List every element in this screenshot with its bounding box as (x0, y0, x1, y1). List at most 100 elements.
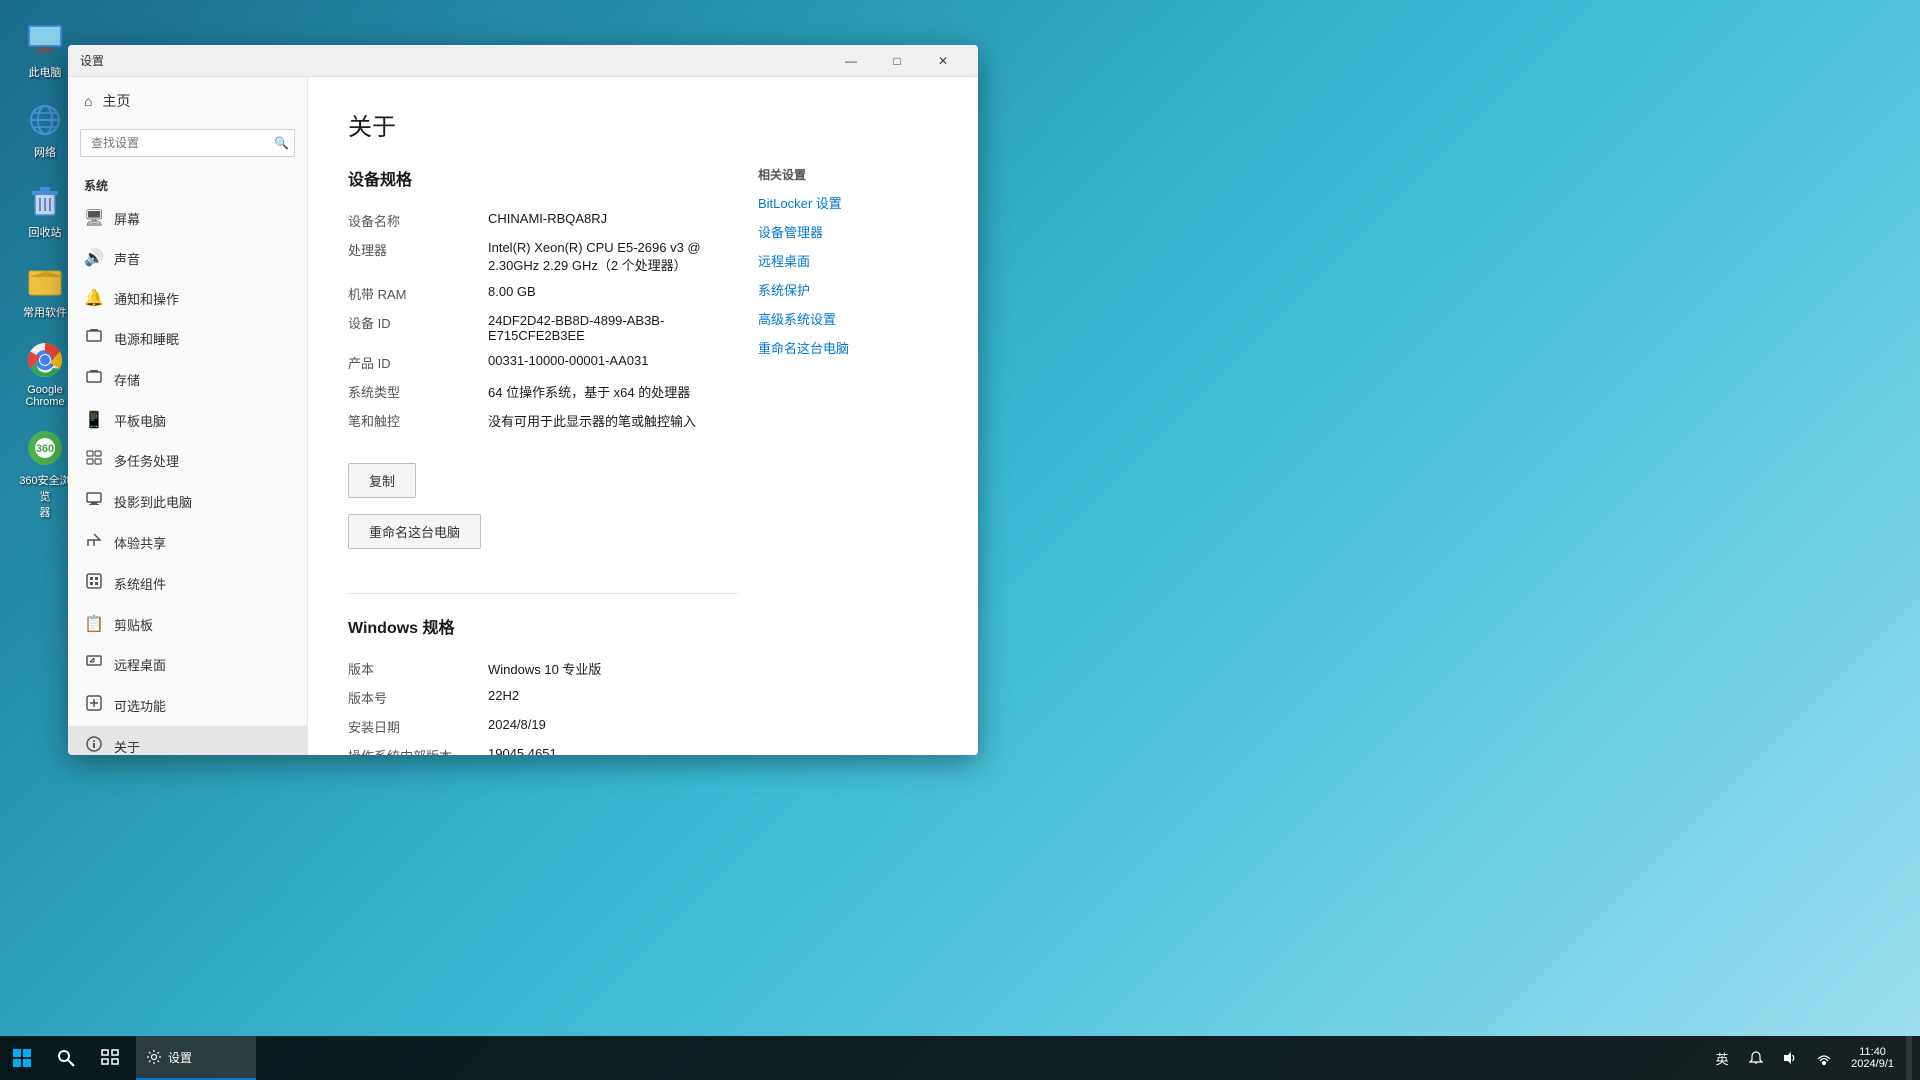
sidebar-home[interactable]: ⌂ 主页 (68, 77, 307, 125)
install-date-label: 安装日期 (348, 717, 488, 736)
360-browser-icon: 360 (25, 428, 65, 468)
version-row: 版本号 22H2 (348, 683, 738, 712)
desktop: 此电脑 网络 (0, 0, 1920, 1080)
device-section-title: 设备规格 (348, 166, 738, 190)
sidebar-item-tablet[interactable]: 📱 平板电脑 (68, 400, 307, 440)
window-titlebar: 设置 — □ ✕ (68, 45, 978, 77)
sidebar-item-multitask[interactable]: 多任务处理 (68, 440, 307, 481)
copy-device-button[interactable]: 复制 (348, 463, 416, 498)
system-type-label: 系统类型 (348, 382, 488, 401)
project-label: 投影到此电脑 (114, 492, 192, 511)
sidebar-item-components[interactable]: 系统组件 (68, 563, 307, 604)
storage-label: 存储 (114, 370, 140, 389)
device-manager-link[interactable]: 设备管理器 (758, 222, 938, 241)
start-button[interactable] (0, 1036, 44, 1080)
clipboard-label: 剪贴板 (114, 615, 153, 634)
device-name-value: CHINAMI-RBQA8RJ (488, 211, 738, 230)
storage-icon (84, 369, 104, 390)
device-id-label: 设备 ID (348, 313, 488, 343)
device-name-label: 设备名称 (348, 211, 488, 230)
tablet-icon: 📱 (84, 410, 104, 430)
sound-icon: 🔊 (84, 248, 104, 268)
os-build-label: 操作系统内部版本 (348, 746, 488, 755)
sidebar-item-share[interactable]: 体验共享 (68, 522, 307, 563)
svg-text:360: 360 (36, 443, 54, 455)
share-label: 体验共享 (114, 533, 166, 552)
tray-network-icon[interactable] (1809, 1036, 1839, 1080)
tray-keyboard-icon[interactable]: 英 (1707, 1036, 1737, 1080)
version-value: 22H2 (488, 688, 738, 707)
common-software-label: 常用软件 (23, 304, 67, 320)
tray-notification-icon[interactable] (1741, 1036, 1771, 1080)
ram-label: 机带 RAM (348, 284, 488, 303)
taskbar-clock[interactable]: 11:40 2024/9/1 (1843, 1036, 1902, 1080)
multitask-label: 多任务处理 (114, 451, 179, 470)
sidebar-item-project[interactable]: 投影到此电脑 (68, 481, 307, 522)
clipboard-icon: 📋 (84, 614, 104, 634)
sidebar-search-input[interactable] (80, 129, 295, 157)
divider (348, 593, 738, 594)
components-icon (84, 573, 104, 594)
product-id-value: 00331-10000-00001-AA031 (488, 353, 738, 372)
bitlocker-link[interactable]: BitLocker 设置 (758, 193, 938, 212)
settings-window: 设置 — □ ✕ ⌂ 主页 🔍 系统 🖥 (68, 45, 978, 755)
display-icon: 🖥 (84, 208, 104, 228)
show-desktop-button[interactable] (1906, 1036, 1912, 1080)
install-date-value: 2024/8/19 (488, 717, 738, 736)
sidebar-item-clipboard[interactable]: 📋 剪贴板 (68, 604, 307, 644)
home-label: 主页 (102, 91, 130, 111)
taskbar-item-settings[interactable]: 设置 (136, 1036, 256, 1080)
sidebar-item-about[interactable]: 关于 (68, 726, 307, 755)
sidebar-search-icon: 🔍 (274, 136, 289, 150)
recycle-bin-icon (25, 180, 65, 220)
taskbar-search-button[interactable] (44, 1036, 88, 1080)
multitask-icon (84, 450, 104, 471)
power-icon (84, 328, 104, 349)
clock-time: 11:40 (1859, 1046, 1886, 1058)
sidebar-item-remote-desktop[interactable]: 远程桌面 (68, 644, 307, 685)
edition-label: 版本 (348, 659, 488, 678)
related-settings-title: 相关设置 (758, 166, 938, 183)
pen-touch-label: 笔和触控 (348, 411, 488, 430)
rename-pc-button[interactable]: 重命名这台电脑 (348, 514, 481, 549)
processor-value: Intel(R) Xeon(R) CPU E5-2696 v3 @ 2.30GH… (488, 240, 738, 274)
sidebar-item-power[interactable]: 电源和睡眠 (68, 318, 307, 359)
device-name-row: 设备名称 CHINAMI-RBQA8RJ (348, 206, 738, 235)
about-label: 关于 (114, 737, 140, 755)
system-protection-link[interactable]: 系统保护 (758, 280, 938, 299)
page-title: 关于 (348, 107, 938, 142)
google-chrome-label: GoogleChrome (25, 384, 64, 408)
share-icon (84, 532, 104, 553)
taskbar: 设置 英 (0, 1036, 1920, 1080)
network-label: 网络 (34, 144, 56, 160)
minimize-button[interactable]: — (828, 45, 874, 77)
window-body: ⌂ 主页 🔍 系统 🖥 屏幕 🔊 声音 🔔 通知 (68, 77, 978, 755)
sidebar-item-display[interactable]: 🖥 屏幕 (68, 198, 307, 238)
remote-desktop-icon (84, 654, 104, 675)
device-id-value: 24DF2D42-BB8D-4899-AB3B-E715CFE2B3EE (488, 313, 738, 343)
remote-desktop-related-link[interactable]: 远程桌面 (758, 251, 938, 270)
advanced-system-link[interactable]: 高级系统设置 (758, 309, 938, 328)
sidebar-item-optional-features[interactable]: 可选功能 (68, 685, 307, 726)
rename-pc-related-link[interactable]: 重命名这台电脑 (758, 338, 938, 357)
maximize-button[interactable]: □ (874, 45, 920, 77)
main-content: 关于 设备规格 设备名称 CHINAMI-RBQA8RJ 处理器 (308, 77, 978, 755)
sidebar-item-notifications[interactable]: 🔔 通知和操作 (68, 278, 307, 318)
clock-date: 2024/9/1 (1851, 1058, 1894, 1070)
edition-row: 版本 Windows 10 专业版 (348, 654, 738, 683)
components-label: 系统组件 (114, 574, 166, 593)
project-icon (84, 491, 104, 512)
about-icon (84, 736, 104, 755)
sidebar-item-sound[interactable]: 🔊 声音 (68, 238, 307, 278)
install-date-row: 安装日期 2024/8/19 (348, 712, 738, 741)
os-build-value: 19045.4651 (488, 746, 738, 755)
taskbar-settings-label: 设置 (168, 1049, 192, 1066)
notifications-label: 通知和操作 (114, 289, 179, 308)
sidebar-item-storage[interactable]: 存储 (68, 359, 307, 400)
display-label: 屏幕 (114, 209, 140, 228)
tray-volume-icon[interactable] (1775, 1036, 1805, 1080)
edition-value: Windows 10 专业版 (488, 659, 738, 678)
close-button[interactable]: ✕ (920, 45, 966, 77)
taskbar-items: 设置 (132, 1036, 1699, 1080)
taskbar-view-button[interactable] (88, 1036, 132, 1080)
